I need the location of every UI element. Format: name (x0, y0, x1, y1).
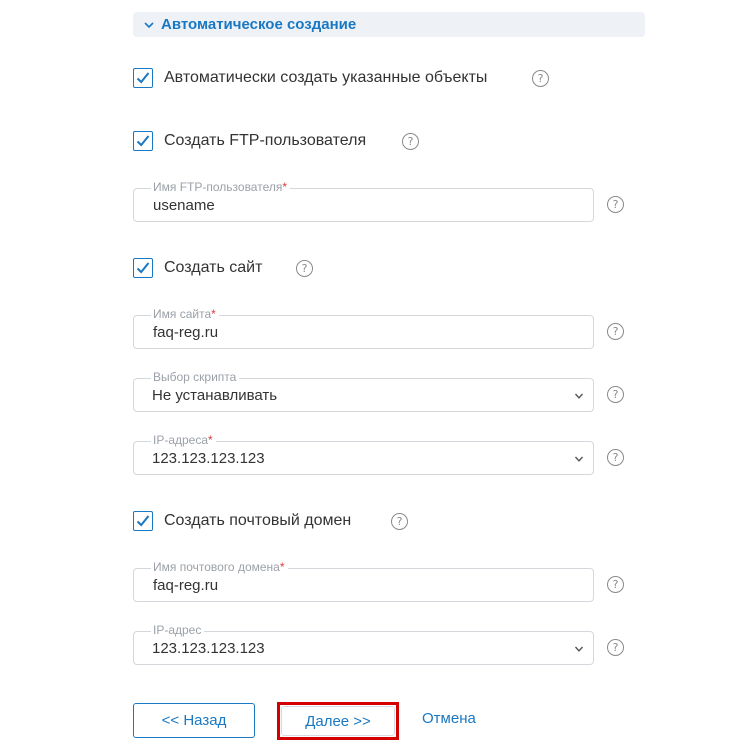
help-icon[interactable]: ? (607, 323, 624, 340)
script-select[interactable]: Выбор скрипта Не устанавливать (133, 370, 594, 412)
site-name-field[interactable]: Имя сайта* faq-reg.ru (133, 307, 594, 349)
site-name-value: faq-reg.ru (153, 324, 219, 341)
create-site-row: Создать сайт (133, 257, 262, 279)
auto-create-label: Автоматически создать указанные объекты (164, 69, 488, 86)
create-site-checkbox[interactable] (133, 258, 153, 278)
script-select-value: Не устанавливать (152, 387, 278, 404)
back-button[interactable]: << Назад (133, 703, 255, 738)
chevron-down-icon (574, 393, 584, 399)
mail-ip-select[interactable]: IP-адрес 123.123.123.123 (133, 623, 594, 665)
help-icon[interactable]: ? (607, 196, 624, 213)
checkmark-icon (136, 515, 150, 527)
mail-domain-value: faq-reg.ru (153, 577, 219, 594)
create-mail-row: Создать почтовый домен (133, 510, 351, 532)
chevron-down-icon (144, 21, 154, 28)
mail-domain-label: Имя почтового домена* (151, 560, 288, 574)
create-site-label: Создать сайт (164, 259, 263, 276)
ftp-username-label: Имя FTP-пользователя* (151, 180, 291, 194)
help-icon[interactable]: ? (607, 449, 624, 466)
required-mark: * (279, 560, 285, 574)
section-title: Автоматическое создание (161, 16, 357, 33)
create-ftp-row: Создать FTP-пользователя (133, 130, 366, 152)
required-mark: * (208, 433, 213, 447)
help-icon[interactable]: ? (607, 576, 624, 593)
site-ip-select[interactable]: IP-адреса* 123.123.123.123 (133, 433, 594, 475)
next-button-highlight: Далее >> (277, 702, 399, 740)
mail-domain-field[interactable]: Имя почтового домена* faq-reg.ru (133, 560, 594, 602)
create-mail-checkbox[interactable] (133, 511, 153, 531)
required-mark: * (282, 180, 288, 194)
checkmark-icon (136, 262, 150, 274)
required-mark: * (211, 307, 216, 321)
auto-create-row: Автоматически создать указанные объекты (133, 67, 487, 89)
help-icon[interactable]: ? (296, 260, 313, 277)
site-name-label: Имя сайта* (151, 307, 219, 321)
checkmark-icon (136, 72, 150, 84)
site-ip-value: 123.123.123.123 (152, 450, 265, 467)
help-icon[interactable]: ? (532, 70, 549, 87)
help-icon[interactable]: ? (607, 639, 624, 656)
script-select-label: Выбор скрипта (151, 370, 240, 384)
create-ftp-checkbox[interactable] (133, 131, 153, 151)
help-icon[interactable]: ? (607, 386, 624, 403)
ftp-username-value: usename (153, 197, 215, 214)
help-icon[interactable]: ? (402, 133, 419, 150)
section-header-auto-create[interactable]: Автоматическое создание (133, 12, 645, 37)
create-mail-label: Создать почтовый домен (164, 512, 352, 529)
mail-ip-value: 123.123.123.123 (152, 640, 265, 657)
auto-create-checkbox[interactable] (133, 68, 153, 88)
next-button[interactable]: Далее >> (281, 706, 395, 736)
mail-ip-label: IP-адрес (151, 623, 205, 637)
cancel-link[interactable]: Отмена (422, 710, 476, 727)
ftp-username-field[interactable]: Имя FTP-пользователя* usename (133, 180, 594, 222)
checkmark-icon (136, 135, 150, 147)
chevron-down-icon (574, 646, 584, 652)
site-ip-label: IP-адреса* (151, 433, 216, 447)
help-icon[interactable]: ? (391, 513, 408, 530)
create-ftp-label: Создать FTP-пользователя (164, 132, 367, 149)
chevron-down-icon (574, 456, 584, 462)
